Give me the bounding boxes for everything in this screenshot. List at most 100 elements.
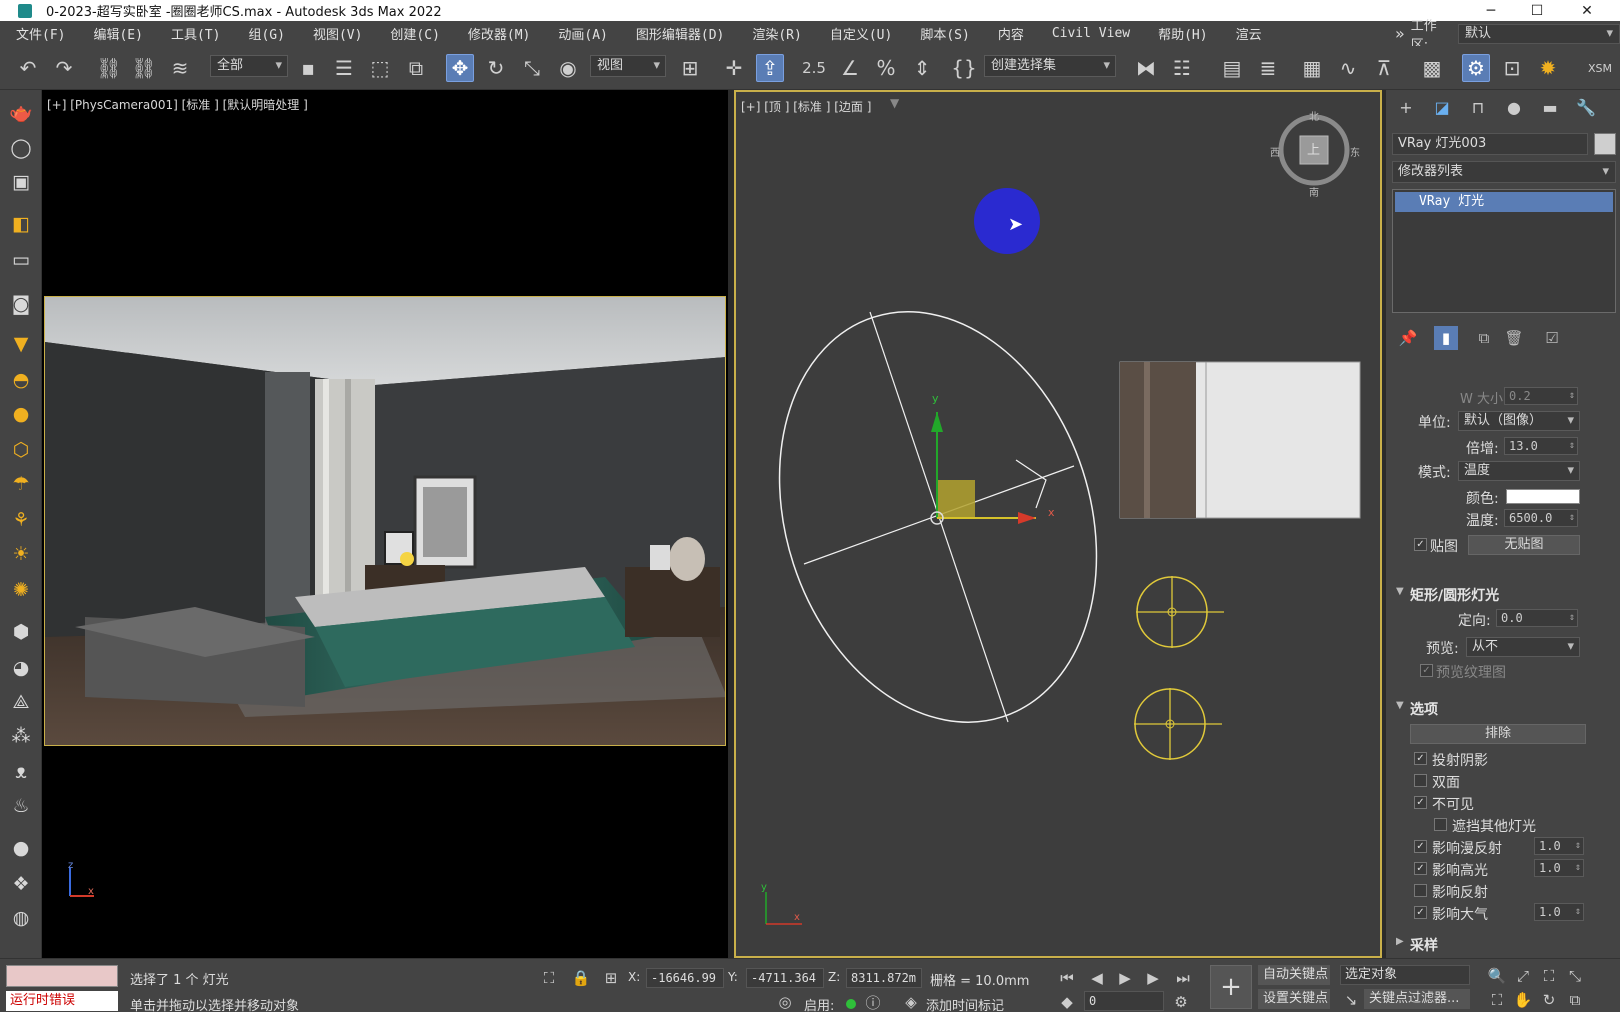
time-config-icon[interactable]: ⚙: [1170, 991, 1192, 1012]
select-by-name-icon[interactable]: ☰: [330, 54, 358, 82]
maxscript-listener-field[interactable]: [6, 965, 118, 987]
selection-lock-icon[interactable]: 🔒: [570, 967, 592, 989]
directional-spinner[interactable]: 0.0: [1496, 609, 1578, 627]
set-key-button[interactable]: 设置关键点: [1258, 989, 1330, 1009]
vray-ambient-light-icon[interactable]: ⚘: [7, 506, 35, 534]
affect-specular-checkbox[interactable]: ✓: [1414, 862, 1427, 875]
modify-tab-icon[interactable]: ◪: [1428, 96, 1456, 118]
layer-explorer-icon[interactable]: ≣: [1254, 54, 1282, 82]
menu-views[interactable]: 视图(V): [299, 24, 376, 43]
vray-dome-light-icon[interactable]: ◓: [7, 366, 35, 394]
auto-key-button[interactable]: 自动关键点: [1258, 965, 1330, 985]
object-color-swatch[interactable]: [1594, 133, 1616, 155]
remove-modifier-icon[interactable]: 🗑: [1502, 326, 1526, 350]
light-color-swatch[interactable]: [1506, 489, 1580, 504]
zoom-extents-all-icon[interactable]: ⤡: [1564, 965, 1586, 987]
go-to-end-icon[interactable]: ⏭: [1172, 967, 1194, 989]
add-time-tag-text[interactable]: 添加时间标记: [926, 995, 1004, 1012]
rendered-frame-window-icon[interactable]: ⊡: [1498, 54, 1526, 82]
menu-xuanyun[interactable]: 渲云: [1222, 24, 1276, 43]
create-tab-icon[interactable]: +: [1392, 96, 1420, 118]
temperature-spinner[interactable]: 6500.0: [1504, 509, 1578, 527]
scene-explorer-icon[interactable]: ▤: [1218, 54, 1246, 82]
select-place-icon[interactable]: ◉: [554, 54, 582, 82]
key-filters-button[interactable]: 关键点过滤器...: [1364, 989, 1470, 1009]
z-coord-field[interactable]: 8311.872m: [846, 968, 922, 988]
curve-editor-icon[interactable]: ∿: [1334, 54, 1362, 82]
edit-named-selection-icon[interactable]: {}: [950, 54, 978, 82]
vray-fur-icon[interactable]: ◕: [7, 654, 35, 682]
double-sided-checkbox[interactable]: [1414, 774, 1427, 787]
set-key-big-icon[interactable]: +: [1210, 965, 1252, 1009]
minimize-button[interactable]: ─: [1468, 0, 1514, 21]
named-selection-dropdown[interactable]: 创建选择集: [984, 55, 1116, 77]
vray-grass-icon[interactable]: ᴥ: [7, 758, 35, 786]
menu-graph-editors[interactable]: 图形编辑器(D): [622, 24, 738, 43]
schematic-view-icon[interactable]: ⊼: [1370, 54, 1398, 82]
rect-selection-icon[interactable]: ⬚: [366, 54, 394, 82]
window-crossing-icon[interactable]: ⧉: [402, 54, 430, 82]
vray-sun-icon[interactable]: ☀: [7, 540, 35, 568]
affect-specular-spinner[interactable]: 1.0: [1534, 859, 1584, 877]
script-listener-icon[interactable]: ◧: [7, 210, 35, 238]
play-icon[interactable]: ▶: [1114, 967, 1136, 989]
bind-space-warp-icon[interactable]: ≋: [166, 54, 194, 82]
zoom-extents-icon[interactable]: ⛶: [1538, 965, 1560, 987]
no-texture-button[interactable]: 无贴图: [1468, 535, 1580, 555]
menu-rendering[interactable]: 渲染(R): [738, 24, 815, 43]
sampling-rollout-header[interactable]: ▶ 采样: [1394, 934, 1610, 956]
menu-overflow-icon[interactable]: »: [1395, 24, 1405, 43]
affect-diffuse-checkbox[interactable]: ✓: [1414, 840, 1427, 853]
zoom-icon[interactable]: 🔍: [1486, 965, 1508, 987]
pan-icon[interactable]: ✋: [1512, 989, 1534, 1011]
xsm-label[interactable]: XSM: [1586, 54, 1614, 82]
vray-proxy-icon[interactable]: ⬢: [7, 618, 35, 646]
camera-target-icon[interactable]: ▭: [7, 246, 35, 274]
vray-mesh-light-icon[interactable]: ⬡: [7, 436, 35, 464]
previous-frame-icon[interactable]: ◀: [1086, 967, 1108, 989]
menu-modifiers[interactable]: 修改器(M): [454, 24, 544, 43]
pivot-center-icon[interactable]: ⊞: [676, 54, 704, 82]
selection-filter-dropdown[interactable]: 全部: [210, 55, 288, 77]
cast-shadows-checkbox[interactable]: ✓: [1414, 752, 1427, 765]
align-icon[interactable]: ☷: [1168, 54, 1196, 82]
close-button[interactable]: ✕: [1564, 0, 1610, 21]
absolute-mode-icon[interactable]: ⊞: [600, 967, 622, 989]
select-rotate-icon[interactable]: ↻: [482, 54, 510, 82]
vray-fire-icon[interactable]: ♨: [7, 792, 35, 820]
spinner-snap-icon[interactable]: ⇕: [908, 54, 936, 82]
menu-create[interactable]: 创建(C): [376, 24, 453, 43]
x-coord-field[interactable]: -16646.99: [646, 968, 724, 988]
y-coord-field[interactable]: -4711.364: [746, 968, 824, 988]
mode-dropdown[interactable]: 温度: [1458, 461, 1580, 481]
make-unique-icon[interactable]: ⧉: [1472, 326, 1496, 350]
key-mode-icon[interactable]: ◆: [1056, 991, 1078, 1012]
utilities-tab-icon[interactable]: 🔧: [1572, 96, 1600, 118]
mirror-icon[interactable]: ⧓: [1132, 54, 1160, 82]
affect-atmosphere-checkbox[interactable]: ✓: [1414, 906, 1427, 919]
vray-multi-material-icon[interactable]: ❖: [7, 870, 35, 898]
render-production-icon[interactable]: ✹: [1534, 54, 1562, 82]
vray-palette-icon[interactable]: ◍: [7, 904, 35, 932]
top-viewport[interactable]: [+] [顶 ] [标准 ] [边面 ] ▼ 上 北 南 东 西 ➤ y x y…: [734, 90, 1382, 958]
menu-file[interactable]: 文件(F): [0, 24, 79, 43]
affect-diffuse-spinner[interactable]: 1.0: [1534, 837, 1584, 855]
vray-plane-icon[interactable]: ⟁: [7, 688, 35, 716]
affect-reflections-checkbox[interactable]: [1414, 884, 1427, 897]
maximize-button[interactable]: ☐: [1514, 0, 1560, 21]
menu-tools[interactable]: 工具(T): [157, 24, 234, 43]
redo-icon[interactable]: ↷: [50, 54, 78, 82]
invisible-checkbox[interactable]: ✓: [1414, 796, 1427, 809]
unit-dropdown[interactable]: 默认（图像）: [1458, 411, 1580, 431]
menu-group[interactable]: 组(G): [234, 24, 298, 43]
unlink-icon[interactable]: ⛓: [130, 54, 158, 82]
preview-texture-checkbox[interactable]: ✓: [1420, 664, 1433, 677]
reference-coord-dropdown[interactable]: 视图: [590, 55, 666, 77]
workspace-dropdown[interactable]: 默认: [1458, 23, 1620, 44]
menu-civil-view[interactable]: Civil View: [1038, 26, 1144, 41]
torus-icon[interactable]: ◯: [7, 134, 35, 162]
isolate-selection-icon[interactable]: ⛶: [538, 967, 560, 989]
vray-material-icon[interactable]: ●: [7, 834, 35, 862]
key-filter-icon[interactable]: ↘: [1340, 989, 1362, 1011]
rect-disc-rollout-header[interactable]: ▼ 矩形/圆形灯光: [1394, 584, 1610, 606]
